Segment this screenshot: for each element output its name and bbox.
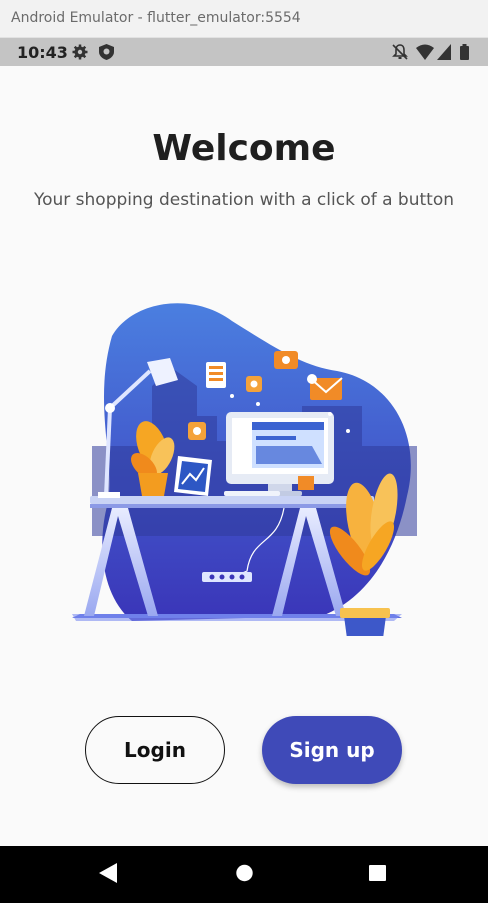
status-bar: 10:43	[0, 38, 488, 66]
notifications-off-icon	[392, 44, 408, 65]
window-title: Android Emulator - flutter_emulator:5554	[11, 10, 301, 26]
status-time: 10:43	[17, 43, 68, 62]
signal-icon	[437, 44, 451, 65]
battery-icon	[460, 44, 469, 65]
back-icon[interactable]	[99, 863, 117, 888]
gear-icon	[72, 44, 88, 65]
workspace-illustration	[72, 296, 432, 646]
home-icon[interactable]	[236, 863, 253, 888]
android-nav-bar	[0, 846, 488, 903]
signup-button[interactable]: Sign up	[262, 716, 402, 784]
recents-icon[interactable]	[369, 863, 386, 888]
shield-icon	[99, 44, 114, 65]
page-title: Welcome	[152, 128, 336, 169]
welcome-screen: Welcome Your shopping destination with a…	[0, 66, 488, 846]
page-subtitle: Your shopping destination with a click o…	[33, 190, 455, 210]
login-button[interactable]: Login	[85, 716, 225, 784]
window-titlebar: Android Emulator - flutter_emulator:5554	[0, 0, 488, 38]
wifi-icon	[416, 44, 434, 65]
